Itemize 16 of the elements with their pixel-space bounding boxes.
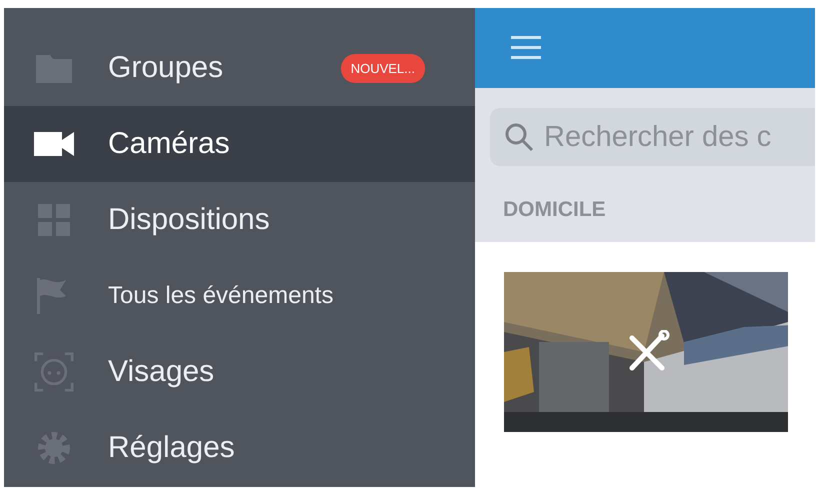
sidebar-item[interactable]: Tous les événements <box>4 258 475 334</box>
folder-icon <box>36 53 72 83</box>
new-badge: NOUVEL... <box>340 54 425 82</box>
sidebar-item[interactable]: Dispositions <box>4 182 475 258</box>
sidebar-item[interactable]: Groupes NOUVEL... <box>4 30 475 106</box>
search-field[interactable]: Rechercher des c <box>490 108 815 166</box>
gear-icon <box>36 430 72 466</box>
video-camera-icon <box>34 132 74 156</box>
menu-icon[interactable] <box>511 36 541 60</box>
section-title: DOMICILE <box>503 198 606 221</box>
search-icon <box>504 122 534 152</box>
sidebar-item[interactable]: Visages <box>4 334 475 410</box>
face-scan-icon <box>34 350 74 394</box>
grid-icon <box>38 204 70 236</box>
sidebar-item[interactable]: Réglages <box>4 410 475 486</box>
sidebar-item[interactable]: Caméras <box>4 106 475 182</box>
